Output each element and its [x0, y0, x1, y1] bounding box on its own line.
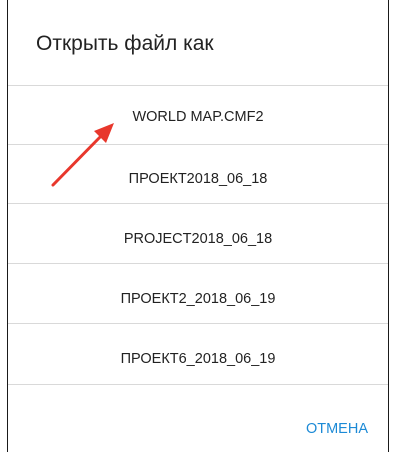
divider: [8, 323, 388, 324]
divider: [8, 203, 388, 204]
dialog-title: Открыть файл как: [36, 32, 214, 55]
file-item-proekt2-2018-06-19[interactable]: ПРОЕКТ2_2018_06_19: [8, 291, 388, 307]
divider: [8, 144, 388, 145]
cancel-button[interactable]: ОТМЕНА: [306, 421, 368, 437]
open-file-as-dialog: Открыть файл как WORLD MAP.CMF2 ПРОЕКТ20…: [7, 0, 389, 452]
file-item-world-map[interactable]: WORLD MAP.CMF2: [8, 109, 388, 125]
file-item-proekt-2018-06-18[interactable]: ПРОЕКТ2018_06_18: [8, 171, 388, 187]
file-item-proekt6-2018-06-19[interactable]: ПРОЕКТ6_2018_06_19: [8, 351, 388, 367]
file-item-project-2018-06-18[interactable]: PROJECT2018_06_18: [8, 231, 388, 247]
divider: [8, 384, 388, 385]
divider: [8, 263, 388, 264]
divider: [8, 85, 388, 86]
